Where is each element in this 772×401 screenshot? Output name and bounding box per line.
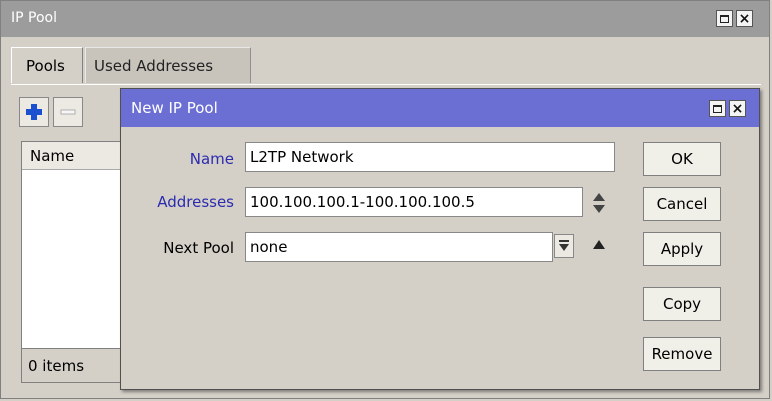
maximize-button[interactable] (716, 10, 733, 27)
updown-arrows-icon[interactable] (592, 191, 606, 215)
remove-button[interactable] (53, 97, 83, 127)
apply-button[interactable]: Apply (643, 232, 721, 266)
minus-icon (60, 109, 76, 115)
tab-used-addresses[interactable]: Used Addresses (85, 47, 251, 83)
dropdown-arrow-icon (559, 240, 569, 251)
next-pool-label: Next Pool (163, 239, 234, 257)
maximize-icon (720, 14, 729, 23)
name-label: Name (189, 150, 234, 168)
ok-button[interactable]: OK (643, 142, 721, 176)
window-titlebar[interactable]: IP Pool × (1, 1, 769, 37)
name-input[interactable]: L2TP Network (245, 142, 615, 172)
close-icon: × (731, 100, 744, 117)
dialog-close-button[interactable]: × (729, 100, 746, 117)
item-count: 0 items (28, 357, 85, 375)
next-pool-select[interactable]: none (245, 232, 553, 262)
addresses-input[interactable]: 100.100.100.1-100.100.100.5 (245, 187, 583, 217)
tab-pools[interactable]: Pools (11, 47, 83, 83)
close-button[interactable]: × (736, 10, 753, 27)
copy-button[interactable]: Copy (643, 287, 721, 321)
window-title: IP Pool (11, 10, 57, 26)
dialog-titlebar[interactable]: New IP Pool × (121, 89, 759, 127)
dialog-maximize-button[interactable] (709, 100, 726, 117)
dropdown-button[interactable] (554, 234, 574, 258)
remove-dialog-button[interactable]: Remove (643, 337, 721, 371)
cancel-button[interactable]: Cancel (643, 187, 721, 221)
add-button[interactable] (19, 97, 49, 127)
close-icon: × (738, 10, 751, 27)
maximize-icon (713, 104, 722, 113)
new-ip-pool-dialog: New IP Pool × Name L2TP Network Addresse… (120, 88, 760, 390)
addresses-label: Addresses (157, 193, 234, 211)
plus-icon (26, 104, 42, 120)
collapse-up-icon[interactable] (592, 239, 606, 251)
dialog-title: New IP Pool (131, 99, 218, 117)
